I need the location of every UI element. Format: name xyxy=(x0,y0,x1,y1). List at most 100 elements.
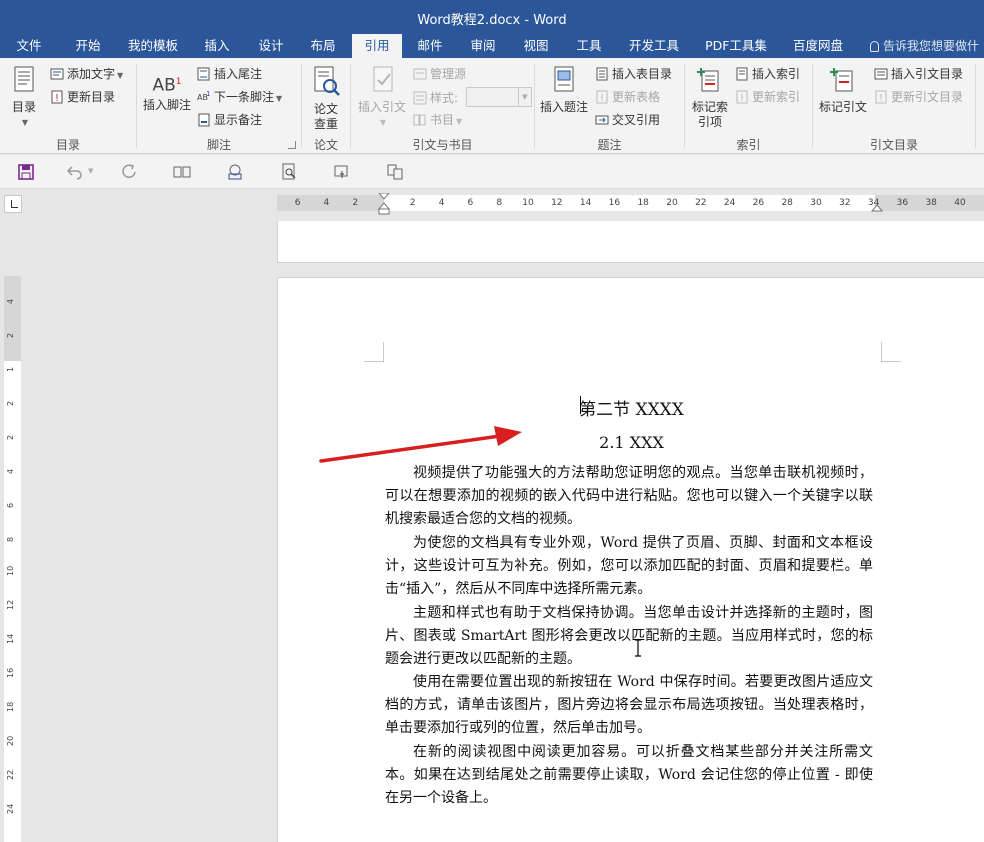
tell-me-box[interactable]: 告诉我您想要做什 xyxy=(870,34,979,58)
tab-layout[interactable]: 布局 xyxy=(300,34,346,58)
redo-icon[interactable] xyxy=(120,163,138,181)
ruler-tick-label: 16 xyxy=(6,667,15,678)
show-notes-button[interactable]: 显示备注 xyxy=(197,110,262,130)
bibliography-label: 书目 xyxy=(430,113,455,127)
style-dropdown[interactable]: ▼ xyxy=(465,87,532,107)
vertical-ruler[interactable]: 4 2 1 2 2 4 6 8 10 12 14 16 18 20 22 24 xyxy=(4,276,21,842)
chevron-down-icon: ▼ xyxy=(517,88,531,106)
update-toc-button[interactable]: ! 更新目录 xyxy=(50,87,115,107)
insert-toa-button[interactable]: 插入引文目录 xyxy=(874,64,963,84)
ruler-tick-label: 4 xyxy=(438,198,445,208)
document-page-previous[interactable] xyxy=(277,221,984,263)
cross-reference-button[interactable]: 交叉引用 xyxy=(595,110,660,130)
insert-index-button[interactable]: 插入索引 xyxy=(735,64,800,84)
group-label-paper: 论文 xyxy=(313,138,338,152)
tab-view[interactable]: 视图 xyxy=(513,34,559,58)
tab-my-templates[interactable]: 我的模板 xyxy=(120,34,186,58)
tab-references[interactable]: 引用 xyxy=(352,34,402,58)
heading-2[interactable]: 2.1 XXX xyxy=(278,433,984,452)
insert-index-label: 插入索引 xyxy=(752,67,801,81)
chevron-down-icon: ▼ xyxy=(379,118,387,127)
ruler-tick-label: 22 xyxy=(6,769,15,780)
tab-selector[interactable] xyxy=(4,195,22,213)
ribbon: 目录 ▼ 添加文字 ▼ ! 更新目录 目录 AB1 插入脚注 插入尾注 AB 1 下一条… xyxy=(0,58,984,154)
tab-design[interactable]: 设计 xyxy=(248,34,294,58)
customize-qat-icon[interactable] xyxy=(386,163,404,181)
tab-developer[interactable]: 开发工具 xyxy=(620,34,688,58)
paragraph[interactable]: 在新的阅读视图中阅读更加容易。可以折叠文档某些部分并关注所需文本。如果在达到结尾… xyxy=(385,741,873,811)
paragraph[interactable]: 使用在需要位置出现的新按钮在 Word 中保存时间。若要更改图片适应文档的方式，… xyxy=(385,671,873,741)
group-label-toa: 引文目录 xyxy=(869,138,918,152)
undo-icon[interactable] xyxy=(66,163,84,181)
tab-insert[interactable]: 插入 xyxy=(194,34,240,58)
toc-button[interactable]: 目录 ▼ xyxy=(6,66,42,130)
add-text-button[interactable]: 添加文字 ▼ xyxy=(50,64,123,84)
insert-citation-button[interactable]: 插入引文 ▼ xyxy=(354,66,410,130)
manage-sources-button[interactable]: 管理源 xyxy=(413,64,466,84)
bibliography-button[interactable]: 书目 ▼ xyxy=(413,110,462,130)
update-toa-button[interactable]: ! 更新引文目录 xyxy=(874,87,963,107)
ruler-tick-label: 28 xyxy=(781,198,793,208)
tab-mailings[interactable]: 邮件 xyxy=(406,34,454,58)
ruler-tick-label: 10 xyxy=(6,565,15,576)
heading-1[interactable]: 第二节 XXXX xyxy=(278,395,984,420)
manage-sources-icon xyxy=(413,68,427,80)
next-footnote-icon: AB1 xyxy=(197,90,210,102)
ruler-tick-label: 14 xyxy=(6,633,15,644)
chevron-down-icon: ▼ xyxy=(456,117,463,126)
title-bar: Word教程2.docx - Word xyxy=(0,0,984,34)
mark-citation-button[interactable]: 标记引文 xyxy=(818,66,868,115)
insert-footnote-button[interactable]: AB1 插入脚注 xyxy=(142,70,192,113)
show-notes-icon xyxy=(198,113,210,127)
save-icon[interactable] xyxy=(17,163,35,181)
ruler-tick-label: 16 xyxy=(608,198,621,208)
paragraph[interactable]: 为使您的文档具有专业外观，Word 提供了页眉、页脚、封面和文本框设计，这些设计… xyxy=(385,532,873,602)
insert-tof-button[interactable]: 插入表目录 xyxy=(595,64,672,84)
ruler-tick-label: 6 xyxy=(294,198,301,208)
ruler-left-margin xyxy=(277,195,384,211)
tab-home[interactable]: 开始 xyxy=(64,34,112,58)
svg-text:!: ! xyxy=(879,93,883,104)
tab-pdf-tools[interactable]: PDF工具集 xyxy=(700,34,772,58)
ruler-tick-label: 22 xyxy=(695,198,707,208)
mark-citation-icon xyxy=(830,68,853,92)
update-table-button[interactable]: ! 更新表格 xyxy=(595,87,660,107)
style-selector[interactable]: 样式: ▼ xyxy=(413,87,532,107)
next-footnote-button[interactable]: AB 1 下一条脚注 ▼ xyxy=(197,87,282,107)
paper-check-button[interactable]: 论文查重 xyxy=(306,66,346,132)
mark-entry-button[interactable]: 标记索引项 xyxy=(690,66,730,130)
update-toa-label: 更新引文目录 xyxy=(891,90,964,104)
group-separator xyxy=(975,64,976,148)
tab-baidu-netdisk[interactable]: 百度网盘 xyxy=(785,34,851,58)
ruler-tick-label: 2 xyxy=(352,198,359,208)
svg-text:!: ! xyxy=(740,93,744,104)
insert-caption-button[interactable]: 插入题注 xyxy=(538,66,590,115)
paragraph[interactable]: 视频提供了功能强大的方法帮助您证明您的观点。当您单击联机视频时，可以在想要添加的… xyxy=(385,462,873,532)
next-footnote-label: 下一条脚注 xyxy=(214,90,275,104)
document-page[interactable]: 第二节 XXXX 2.1 XXX 视频提供了功能强大的方法帮助您证明您的观点。当… xyxy=(277,277,984,842)
update-index-button[interactable]: ! 更新索引 xyxy=(735,87,800,107)
read-mode-icon[interactable] xyxy=(173,163,191,181)
print-preview-icon[interactable] xyxy=(280,163,298,181)
svg-text:!: ! xyxy=(600,93,604,104)
indent-marker-icon[interactable] xyxy=(377,193,391,215)
tab-tools[interactable]: 工具 xyxy=(566,34,612,58)
tab-review[interactable]: 审阅 xyxy=(460,34,506,58)
tab-file[interactable]: 文件 xyxy=(6,34,52,58)
chevron-down-icon[interactable]: ▼ xyxy=(88,167,93,175)
ruler-tick-label: 4 xyxy=(323,198,330,208)
ruler-tick-label: 10 xyxy=(522,198,534,208)
web-layout-icon[interactable] xyxy=(226,163,244,181)
group-label-toc: 目录 xyxy=(55,138,80,152)
ruler-tick-label: 6 xyxy=(6,502,15,508)
dialog-launcher-icon[interactable] xyxy=(288,141,296,149)
touch-mode-icon[interactable] xyxy=(333,163,351,181)
horizontal-ruler[interactable]: 6 4 2 2 4 6 8 10 12 14 16 18 20 22 24 26 28 30 32 34 36 38 40 xyxy=(277,193,984,215)
paragraph[interactable]: 主题和样式也有助于文档保持协调。当您单击设计并选择新的主题时，图片、图表或 Sm… xyxy=(385,602,873,672)
insert-endnote-button[interactable]: 插入尾注 xyxy=(197,64,262,84)
update-table-label: 更新表格 xyxy=(612,90,661,104)
right-indent-marker-icon[interactable] xyxy=(871,203,883,212)
group-label-citations: 引文与书目 xyxy=(412,138,473,152)
ruler-tick-label: 18 xyxy=(637,198,649,208)
ruler-tick-label: 4 xyxy=(6,468,15,474)
